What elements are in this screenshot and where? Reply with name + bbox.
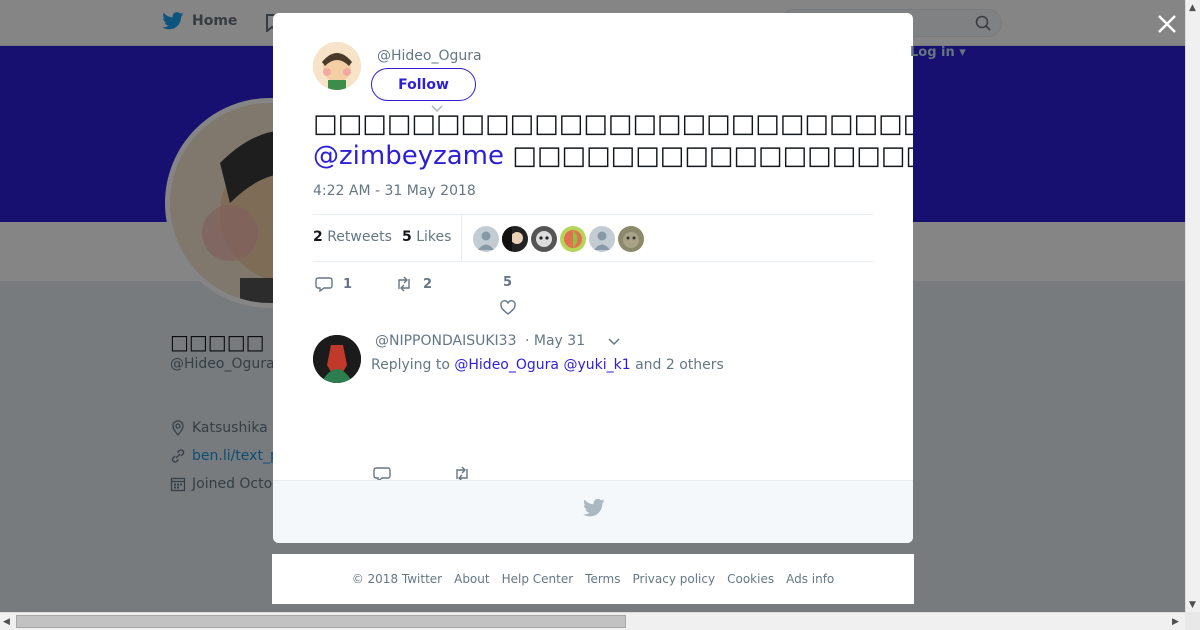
scrollbar-corner: [1185, 612, 1200, 630]
chevron-down-icon[interactable]: [607, 337, 621, 347]
liker-avatar[interactable]: [618, 226, 644, 252]
tweet-text-rest: □□□□□□□□□□□□□□□□□□□: [512, 141, 913, 171]
tweet-stats: 2 Retweets 5 Likes: [313, 214, 873, 262]
horizontal-scrollbar[interactable]: ◀ ▶: [0, 612, 1185, 630]
reply-author-handle[interactable]: @NIPPONDAISUKI33: [375, 333, 516, 349]
scroll-down-arrow-icon[interactable]: ▼: [1189, 600, 1196, 610]
footer-links: © 2018 Twitter About Help Center Terms P…: [272, 554, 914, 604]
footer-link-about[interactable]: About: [454, 572, 489, 586]
reply-icon: [315, 277, 333, 293]
retweet-stat[interactable]: 2 Retweets: [313, 229, 392, 245]
retweet-action[interactable]: 2: [395, 275, 432, 293]
liker-avatar[interactable]: [589, 226, 615, 252]
footer-link-privacy[interactable]: Privacy policy: [633, 572, 716, 586]
like-stat[interactable]: 5 Likes: [402, 229, 451, 245]
heart-icon[interactable]: [499, 299, 517, 317]
reply-mention-1[interactable]: @Hideo_Ogura: [454, 357, 559, 373]
footer-link-cookies[interactable]: Cookies: [727, 572, 774, 586]
tweet-mention[interactable]: @zimbeyzame: [313, 141, 504, 171]
liker-avatar[interactable]: [531, 226, 557, 252]
tweet-author-handle[interactable]: @Hideo_Ogura: [377, 48, 482, 64]
horizontal-scroll-thumb[interactable]: [16, 615, 626, 628]
scroll-up-arrow-icon[interactable]: ▲: [1189, 3, 1196, 13]
reply-author-avatar[interactable]: [313, 335, 361, 383]
tweet-timestamp[interactable]: 4:22 AM - 31 May 2018: [313, 183, 476, 199]
tweet-text-line1: □□□□□□□□□□□□□□□□□□□□□□□□□□□□□□□□□□□□□□□□…: [313, 109, 913, 139]
reply-mention-2[interactable]: @yuki_k1: [563, 357, 630, 373]
twitter-bird-icon: [583, 498, 605, 517]
reply-avatar-icon: [313, 335, 361, 383]
liker-avatar[interactable]: [560, 226, 586, 252]
tweet-actions: 1 2 5: [313, 275, 873, 315]
footer-link-help[interactable]: Help Center: [502, 572, 574, 586]
reply-date[interactable]: · May 31: [525, 333, 585, 349]
footer-link-terms[interactable]: Terms: [585, 572, 620, 586]
reply-action[interactable]: 1: [315, 275, 352, 293]
footer-link-ads[interactable]: Ads info: [786, 572, 834, 586]
follow-button[interactable]: Follow: [371, 68, 476, 101]
close-icon[interactable]: [1155, 12, 1179, 36]
tweet-author-avatar[interactable]: [313, 42, 361, 90]
scroll-right-arrow-icon[interactable]: ▶: [1172, 617, 1179, 627]
modal-footer: [273, 480, 913, 543]
liker-avatar[interactable]: [473, 226, 499, 252]
stats-divider: [461, 215, 462, 261]
login-link[interactable]: Log in ▾: [910, 45, 966, 60]
like-action-count: 5: [503, 275, 513, 290]
vertical-scrollbar[interactable]: ▲ ▼: [1185, 0, 1200, 612]
tweet-text-line2: @zimbeyzame □□□□□□□□□□□□□□□□□□□: [313, 140, 913, 172]
retweet-icon: [398, 276, 410, 292]
replying-to: Replying to @Hideo_Ogura @yuki_k1 and 2 …: [371, 357, 724, 373]
liker-avatar[interactable]: [502, 226, 528, 252]
author-avatar-icon: [313, 42, 361, 90]
scroll-left-arrow-icon[interactable]: ◀: [3, 617, 10, 627]
tweet-text: □□□□□□□□□□□□□□□□□□□□□□□□□□□□□□□□□□□□□□□□…: [313, 108, 913, 172]
footer-copyright: © 2018 Twitter: [351, 572, 443, 586]
tweet-modal: @Hideo_Ogura Follow □□□□□□□□□□□□□□□□□□□□…: [273, 13, 913, 543]
